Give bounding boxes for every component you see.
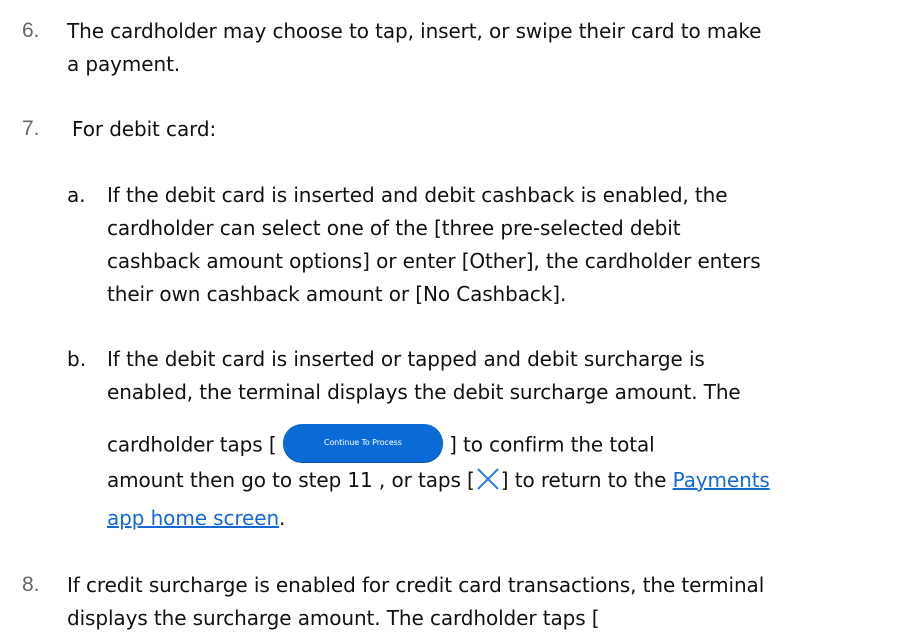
item-7b-line-4-prefix: amount then go to step 11 , or taps [ bbox=[107, 468, 475, 492]
item-6-line-2: a payment. bbox=[67, 52, 181, 76]
item-7a-line-2: cardholder can select one of the [three … bbox=[107, 216, 681, 240]
item-7b-line-3-suffix: ] to confirm the total bbox=[449, 432, 655, 457]
continue-to-process-button[interactable]: Continue To Process bbox=[282, 424, 443, 462]
item-7b-line-5: app home screen. bbox=[107, 506, 285, 530]
item-7a-line-3: cashback amount options] or enter [Other… bbox=[107, 249, 761, 273]
payments-app-home-link-part-1[interactable]: Payments bbox=[673, 468, 770, 492]
list-number-7: 7. bbox=[22, 117, 40, 140]
item-7b-line-4-mid: ] to return to the bbox=[500, 468, 673, 492]
item-7b-line-2: enabled, the terminal displays the debit… bbox=[107, 380, 741, 404]
item-8-line-1: If credit surcharge is enabled for credi… bbox=[67, 573, 765, 597]
list-number-8: 8. bbox=[22, 573, 40, 596]
item-7a-line-4: their own cashback amount or [No Cashbac… bbox=[107, 282, 567, 306]
payments-app-home-link-part-2[interactable]: app home screen bbox=[107, 506, 279, 530]
document-page: 6. The cardholder may choose to tap, ins… bbox=[0, 0, 919, 643]
item-7b-line-3: cardholder taps [ Continue To Process ] … bbox=[107, 424, 655, 465]
item-7b-line-1: If the debit card is inserted or tapped … bbox=[107, 347, 705, 371]
item-7b-line-4: amount then go to step 11 , or taps [ ] t… bbox=[107, 466, 770, 495]
item-8-line-2: displays the surcharge amount. The cardh… bbox=[67, 606, 600, 630]
item-7b-line-5-suffix: . bbox=[279, 506, 286, 530]
item-7b-line-3-prefix: cardholder taps [ bbox=[107, 432, 277, 457]
item-7-text: For debit card: bbox=[72, 117, 217, 141]
list-number-6: 6. bbox=[22, 19, 40, 42]
item-7a-line-1: If the debit card is inserted and debit … bbox=[107, 183, 728, 207]
sub-item-letter-b: b. bbox=[67, 347, 87, 371]
item-6-line-1: The cardholder may choose to tap, insert… bbox=[67, 19, 762, 43]
sub-item-letter-a: a. bbox=[67, 183, 86, 207]
close-icon[interactable] bbox=[475, 466, 501, 492]
